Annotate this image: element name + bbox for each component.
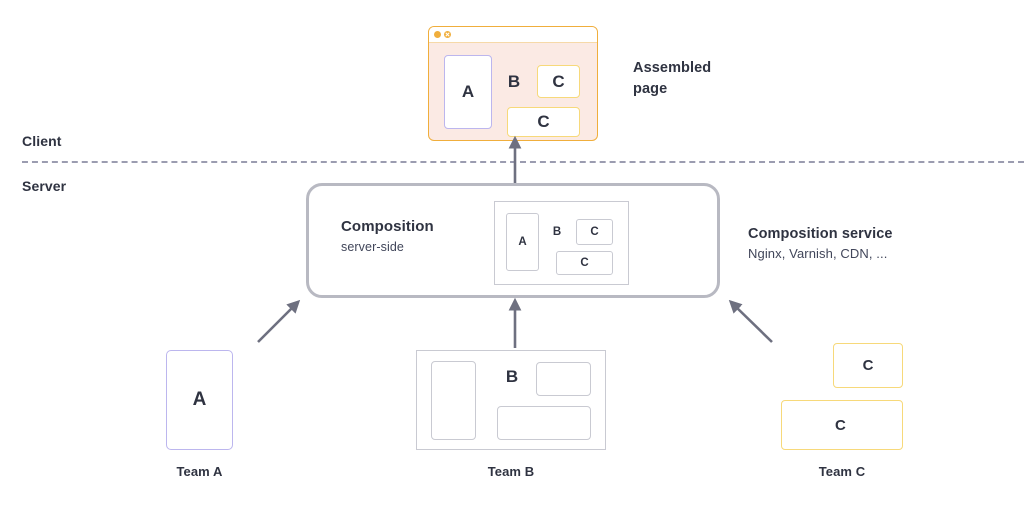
arrow-team-c-to-composition: [728, 299, 773, 343]
arrow-team-a-to-composition: [257, 299, 301, 343]
arrow-layer: [257, 135, 773, 348]
diagram-canvas: Client Server A B C C Assembled page Com…: [0, 0, 1024, 514]
